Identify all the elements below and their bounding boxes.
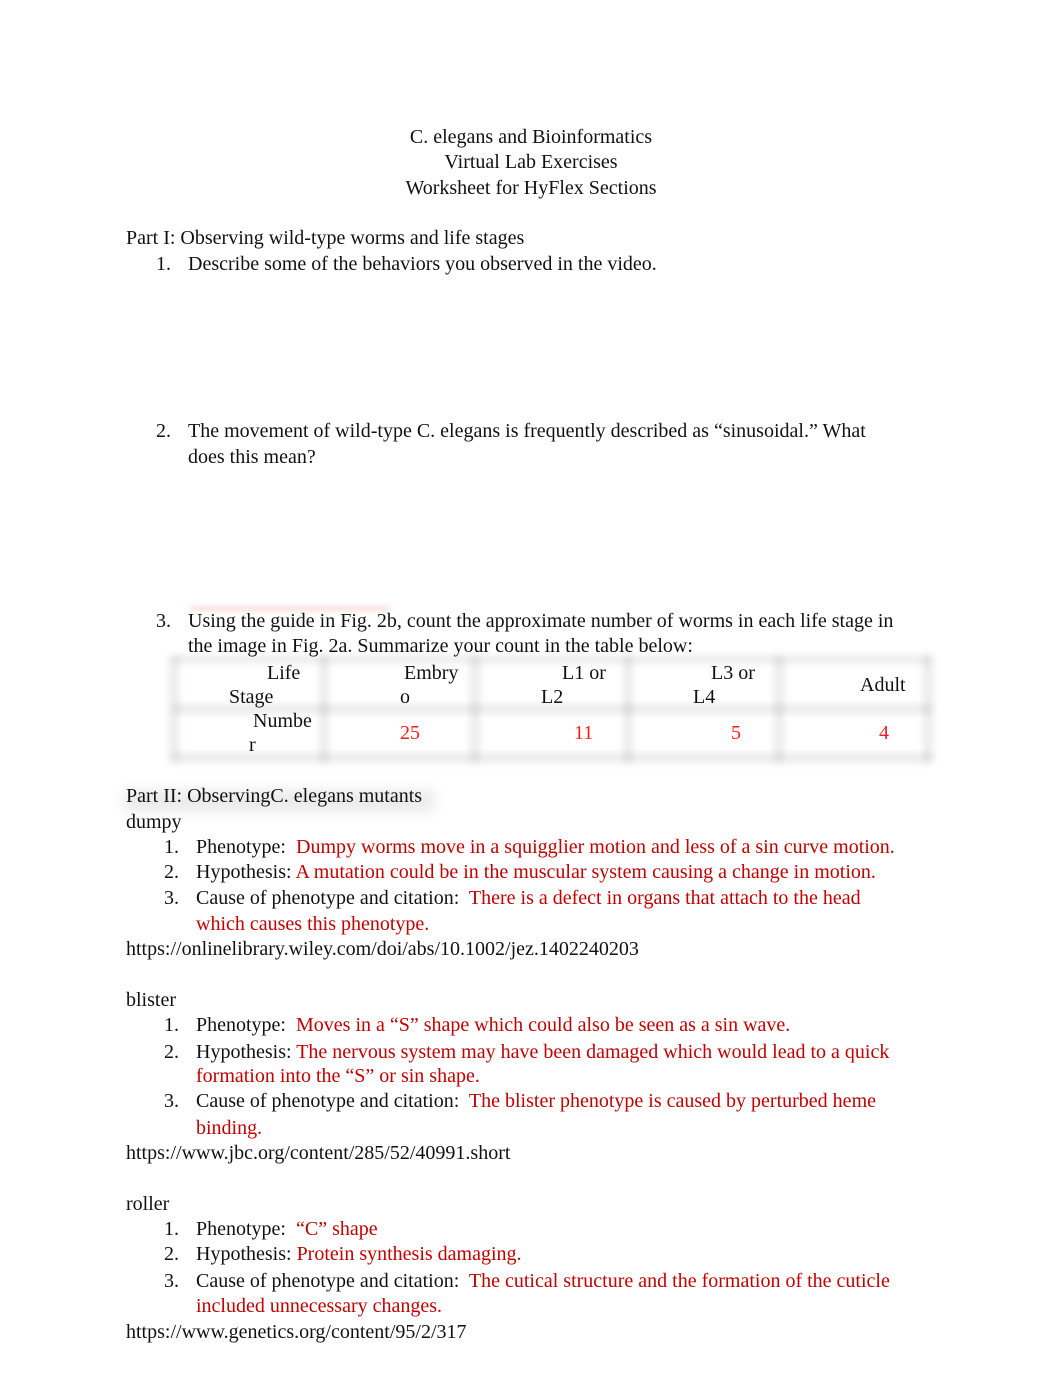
cause-answer-cont: included unnecessary changes. [196,1295,443,1317]
q3-text-line1: Using the guide in Fig. 2b, count the ap… [188,610,894,632]
mutant-name: dumpy [126,811,182,833]
cause-label: Cause of phenotype and citation: The cut… [196,1270,890,1292]
table-border-col3 [624,656,632,762]
phenotype-label: Phenotype: “C” shape [196,1218,378,1240]
cause-answer-cont: which causes this phenotype. [196,913,430,935]
phenotype-label: Phenotype: Dumpy worms move in a squiggl… [196,836,895,858]
table-value-l1l2: 11 [574,722,594,744]
cause-answer-cont: binding. [196,1117,263,1139]
part1-heading: Part I: Observing wild-type worms and li… [126,227,525,249]
table-value-embryo: 25 [400,722,420,744]
item-number: 3. [164,887,179,909]
table-header-life-l2: Stage [229,686,274,708]
table-header-embryo-l1: Embry [404,662,459,684]
phenotype-answer: Moves in a “S” shape which could also be… [296,1014,791,1036]
item-number: 1. [164,836,179,858]
q3-number: 3. [156,610,171,632]
q2-number: 2. [156,420,171,442]
citation-link[interactable]: https://www.genetics.org/content/95/2/31… [126,1320,467,1344]
cause-answer: The blister phenotype is caused by pertu… [468,1090,876,1112]
cause-answer: There is a defect in organs that attach … [468,887,861,909]
part2-heading: Part II: ObservingC. elegans mutants [126,785,423,807]
item-number: 1. [164,1014,179,1036]
q1-text: Describe some of the behaviors you obser… [188,253,657,275]
item-number: 2. [164,1041,179,1063]
item-number: 3. [164,1090,179,1112]
hypothesis-label: Hypothesis: The nervous system may have … [196,1041,890,1063]
q3-text-line2: the image in Fig. 2a. Summarize your cou… [188,635,693,657]
hypothesis-answer: Protein synthesis damaging. [296,1243,522,1265]
table-border-col5 [924,656,932,762]
table-value-l3l4: 5 [731,722,741,744]
table-row-label-l1: Numbe [253,710,312,732]
mutant-name: roller [126,1193,170,1215]
cause-answer: The cutical structure and the formation … [468,1270,890,1292]
item-number: 1. [164,1218,179,1240]
title-line-3: Worksheet for HyFlex Sections [405,177,657,199]
table-header-l1l2-l2: L2 [541,686,564,708]
table-header-embryo-l2: o [400,686,410,708]
hypothesis-label: Hypothesis: A mutation could be in the m… [196,861,876,883]
q2-text-line1: The movement of wild-type C. elegans is … [188,420,866,442]
table-border-col2 [471,656,479,762]
title-line-1: C. elegans and Bioinformatics [409,126,653,148]
title-line-2: Virtual Lab Exercises [444,151,618,173]
hypothesis-answer: The nervous system may have been damaged… [296,1041,890,1063]
table-header-adult: Adult [860,674,906,696]
table-border-bottom [172,754,932,762]
hypothesis-label: Hypothesis: Protein synthesis damaging. [196,1243,522,1265]
table-header-l3l4-l1: L3 or [711,662,755,684]
citation-link[interactable]: https://www.jbc.org/content/285/52/40991… [126,1141,510,1165]
table-border-col0 [170,656,178,762]
hypothesis-answer: A mutation could be in the muscular syst… [295,861,876,883]
cause-label: Cause of phenotype and citation: The bli… [196,1090,876,1112]
table-header-life-l1: Life [267,662,301,684]
phenotype-label: Phenotype: Moves in a “S” shape which co… [196,1014,791,1036]
item-number: 2. [164,1243,179,1265]
table-header-l3l4-l2: L4 [693,686,716,708]
table-header-l1l2-l1: L1 or [562,662,606,684]
mutant-name: blister [126,989,176,1011]
table-value-adult: 4 [879,722,889,744]
table-row-label-l2: r [249,734,256,756]
phenotype-answer: “C” shape [296,1218,378,1240]
item-number: 3. [164,1270,179,1292]
table-border-col4 [775,656,783,762]
citation-link[interactable]: https://onlinelibrary.wiley.com/doi/abs/… [126,937,639,961]
item-number: 2. [164,861,179,883]
q1-number: 1. [156,253,171,275]
cause-label: Cause of phenotype and citation: There i… [196,887,861,909]
table-border-col1 [320,656,328,762]
q2-text-line2: does this mean? [188,446,316,468]
hypothesis-answer-cont: formation into the “S” or sin shape. [196,1065,480,1087]
phenotype-answer: Dumpy worms move in a squigglier motion … [296,836,895,858]
